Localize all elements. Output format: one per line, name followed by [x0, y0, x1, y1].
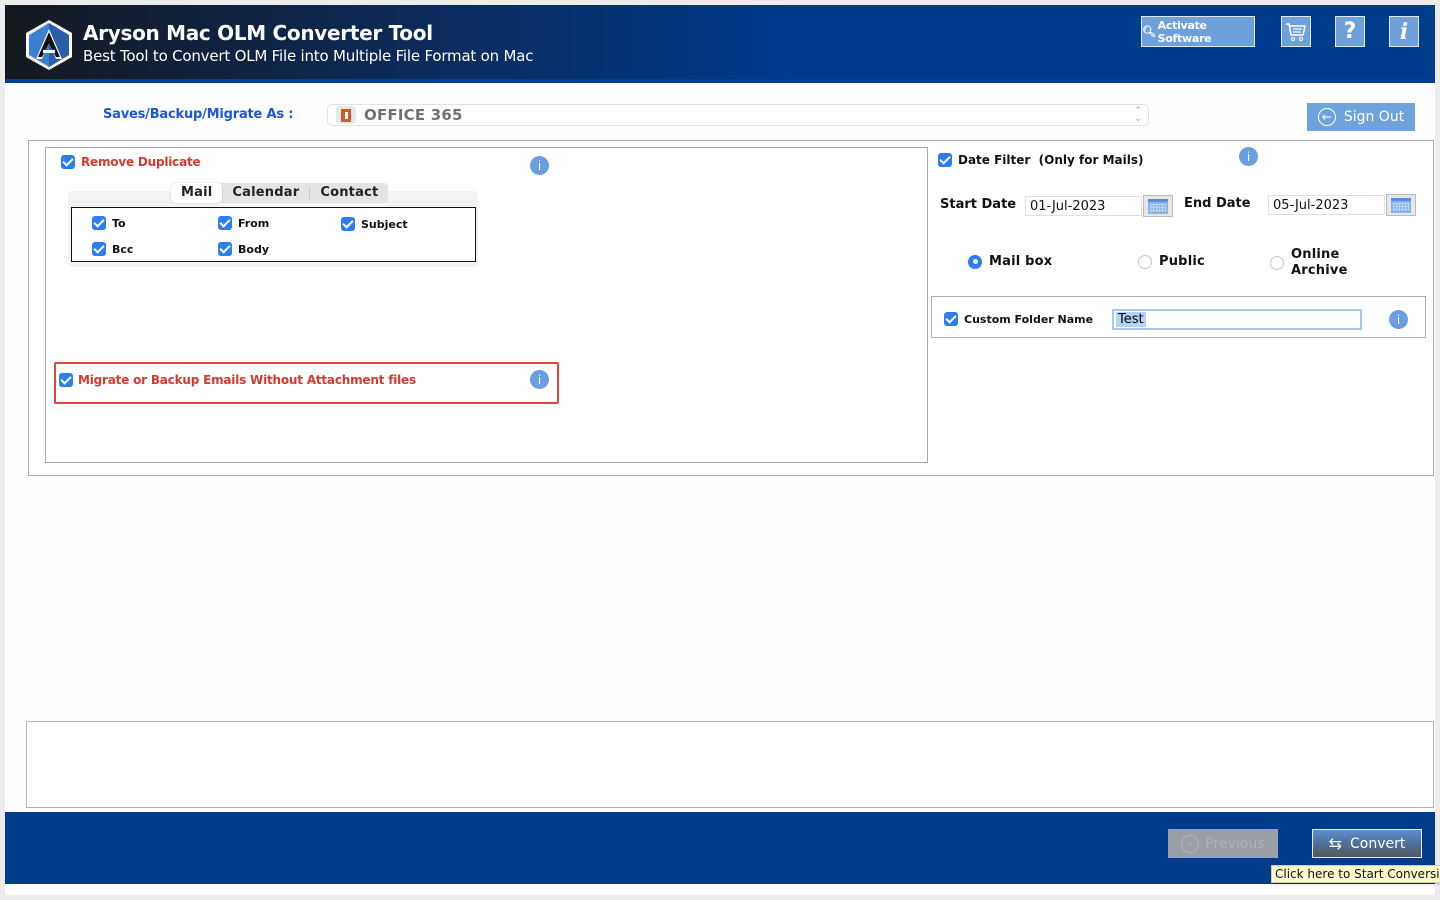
checkbox-checked-icon[interactable]: [61, 155, 75, 169]
checkbox-checked-icon[interactable]: [938, 153, 952, 167]
select-updown-icon: ⌃ ⌄: [1134, 106, 1142, 124]
radio-public-label: Public: [1159, 254, 1205, 269]
cart-button[interactable]: [1281, 16, 1311, 47]
custom-folder-label: Custom Folder Name: [964, 312, 1094, 326]
tab-contact[interactable]: Contact: [310, 183, 388, 203]
date-filter-info-icon[interactable]: i: [1239, 147, 1258, 166]
field-to-label: To: [112, 216, 126, 230]
about-button[interactable]: i: [1389, 16, 1419, 47]
saves-as-label: Saves/Backup/Migrate As :: [103, 107, 294, 122]
radio-online-archive[interactable]: Online Archive: [1270, 247, 1348, 279]
question-icon: ?: [1343, 19, 1357, 44]
checkbox-checked-icon[interactable]: [92, 242, 106, 256]
online-label-line: Online: [1291, 247, 1340, 262]
custom-folder-checkbox[interactable]: Custom Folder Name: [944, 312, 1093, 326]
selected-format-text: OFFICE 365: [364, 106, 463, 124]
no-attachment-checkbox[interactable]: Migrate or Backup Emails Without Attachm…: [59, 373, 416, 387]
field-from-label: From: [238, 216, 270, 230]
field-body-label: Body: [238, 242, 269, 256]
log-area: [26, 721, 1434, 808]
checkbox-checked-icon[interactable]: [944, 312, 958, 326]
no-attachment-info-icon[interactable]: i: [530, 370, 549, 389]
header-divider: [5, 79, 1435, 83]
sign-out-label: Sign Out: [1343, 109, 1405, 125]
field-subject-checkbox[interactable]: Subject: [341, 217, 408, 231]
output-format-select[interactable]: OFFICE 365 ⌃ ⌄: [327, 104, 1149, 126]
checkbox-checked-icon[interactable]: [59, 373, 73, 387]
previous-label: Previous: [1205, 835, 1265, 852]
no-attachment-label: Migrate or Backup Emails Without Attachm…: [78, 373, 416, 387]
radio-unselected-icon[interactable]: [1138, 254, 1152, 269]
app-header: Aryson Mac OLM Converter Tool Best Tool …: [5, 5, 1435, 83]
field-subject-label: Subject: [361, 217, 408, 231]
calendar-icon: [1391, 197, 1411, 213]
previous-button[interactable]: ‹ Previous: [1168, 829, 1278, 858]
cart-icon: [1286, 22, 1306, 41]
custom-folder-value: Test: [1116, 312, 1146, 327]
checkbox-checked-icon[interactable]: [218, 242, 232, 256]
field-bcc-label: Bcc: [112, 242, 134, 256]
field-from-checkbox[interactable]: From: [218, 216, 269, 230]
radio-online-archive-label: Online Archive: [1291, 247, 1348, 279]
aryson-logo-icon: [26, 20, 72, 70]
help-button[interactable]: ?: [1335, 16, 1365, 47]
key-icon: 🔍︎: [1142, 25, 1156, 38]
activate-software-button[interactable]: 🔍︎ Activate Software: [1141, 16, 1255, 47]
end-date-label: End Date: [1184, 196, 1251, 211]
radio-public[interactable]: Public: [1138, 254, 1205, 269]
radio-selected-icon[interactable]: [968, 254, 982, 269]
checkbox-checked-icon[interactable]: [92, 216, 106, 230]
start-date-label: Start Date: [940, 197, 1017, 212]
remove-duplicate-info-icon[interactable]: i: [530, 156, 549, 175]
tab-calendar[interactable]: Calendar: [222, 183, 309, 203]
date-filter-checkbox[interactable]: Date Filter (Only for Mails): [938, 153, 1143, 167]
sign-out-button[interactable]: ← Sign Out: [1307, 103, 1415, 131]
calendar-icon: [1148, 198, 1168, 214]
duplicate-tabs: Mail Calendar Contact: [171, 183, 389, 203]
archive-label-line: Archive: [1291, 263, 1348, 278]
tab-mail[interactable]: Mail: [171, 183, 223, 203]
office365-icon: [336, 106, 356, 124]
end-date-input[interactable]: 05-Jul-2023: [1268, 195, 1385, 215]
start-date-calendar-button[interactable]: [1143, 195, 1173, 217]
custom-folder-info-icon[interactable]: i: [1389, 310, 1408, 329]
chevron-left-icon: ‹: [1181, 834, 1200, 853]
app-title: Aryson Mac OLM Converter Tool: [83, 21, 433, 45]
field-bcc-checkbox[interactable]: Bcc: [92, 242, 133, 256]
convert-tooltip: Click here to Start Conversion.: [1271, 865, 1440, 883]
checkbox-checked-icon[interactable]: [341, 217, 355, 231]
remove-duplicate-checkbox[interactable]: Remove Duplicate: [61, 155, 201, 169]
end-date-calendar-button[interactable]: [1386, 194, 1416, 216]
convert-label: Convert: [1350, 835, 1406, 852]
date-filter-label: Date Filter (Only for Mails): [958, 153, 1144, 167]
duplicate-fields-box: To From Subject Bcc Body: [71, 207, 476, 262]
field-body-checkbox[interactable]: Body: [218, 242, 269, 256]
radio-mailbox-label: Mail box: [989, 254, 1053, 269]
custom-folder-input[interactable]: Test: [1112, 309, 1362, 330]
radio-mailbox[interactable]: Mail box: [968, 254, 1052, 269]
app-subtitle: Best Tool to Convert OLM File into Multi…: [83, 47, 534, 65]
sign-out-arrow-icon: ←: [1317, 108, 1336, 126]
info-icon: i: [1399, 18, 1409, 45]
convert-arrows-icon: ⇆: [1328, 834, 1343, 853]
app-window: Aryson Mac OLM Converter Tool Best Tool …: [5, 5, 1440, 895]
radio-unselected-icon[interactable]: [1270, 256, 1284, 270]
activate-software-label: Activate Software: [1157, 18, 1212, 45]
checkbox-checked-icon[interactable]: [218, 216, 232, 230]
remove-duplicate-label: Remove Duplicate: [81, 155, 201, 169]
field-to-checkbox[interactable]: To: [92, 216, 126, 230]
convert-button[interactable]: ⇆ Convert: [1312, 829, 1422, 858]
start-date-input[interactable]: 01-Jul-2023: [1025, 196, 1142, 216]
